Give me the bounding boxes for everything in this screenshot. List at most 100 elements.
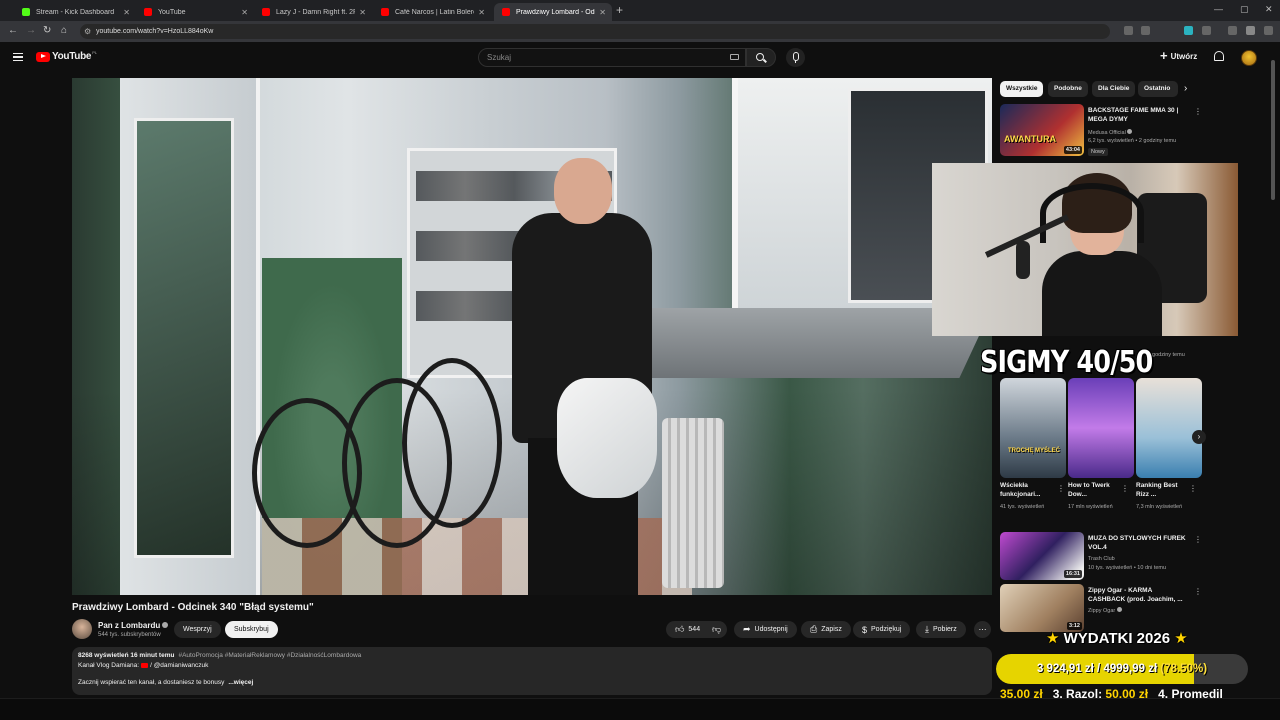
short-title[interactable]: Wściekła funkcjonari...: [1000, 482, 1060, 499]
channel-link[interactable]: / @damianiwanczuk: [150, 662, 208, 669]
new-badge: Nowy: [1088, 148, 1108, 156]
channel-avatar[interactable]: [72, 619, 92, 639]
thumbnail-text: TROCHĘ MYŚLEĆ: [1008, 448, 1061, 454]
browser-tab-active[interactable]: Prawdziwy Lombard - Odcinek ✕: [494, 3, 612, 21]
search-input[interactable]: Szukaj: [478, 48, 746, 67]
more-actions-icon[interactable]: ⋯: [974, 621, 991, 638]
bookmark-star-icon[interactable]: [1141, 26, 1150, 35]
hashtags[interactable]: #AutoPromocja #MateriałReklamowy #Działa…: [178, 652, 361, 659]
browser-tab-kick[interactable]: Stream - Kick Dashboard ✕: [14, 3, 136, 21]
window-close-icon[interactable]: ✕: [1265, 4, 1273, 15]
short-thumbnail[interactable]: [1136, 378, 1202, 478]
more-options-icon[interactable]: ⋮: [1194, 535, 1202, 544]
youtube-logo[interactable]: YouTube PL: [36, 50, 97, 62]
dislike-button[interactable]: 👎︎: [706, 621, 728, 638]
new-tab-icon[interactable]: +: [616, 3, 623, 17]
notifications-bell-icon[interactable]: [1214, 51, 1224, 61]
download-button[interactable]: ⤓ Pobierz: [916, 621, 966, 638]
hamburger-menu-icon[interactable]: [13, 53, 23, 61]
search-button[interactable]: [746, 48, 776, 67]
tab-title: Lazy J - Damn Right ft. 2Pac, Ty: [276, 8, 355, 16]
chevron-right-icon[interactable]: ›: [1192, 430, 1206, 444]
close-icon[interactable]: ✕: [123, 8, 130, 17]
like-button[interactable]: 👍︎ 544: [666, 621, 707, 638]
close-icon[interactable]: ✕: [359, 8, 366, 17]
join-button[interactable]: Wesprzyj: [174, 621, 221, 638]
video-duration: 43:04: [1063, 146, 1082, 154]
short-views: 41 tys. wyświetleń: [1000, 504, 1045, 510]
more-options-icon[interactable]: ⋮: [1189, 484, 1197, 493]
url-field[interactable]: ⚙ youtube.com/watch?v=HzoLL884oKw: [80, 24, 1110, 39]
reload-icon[interactable]: ↻: [43, 25, 51, 36]
show-more-link[interactable]: ...więcej: [228, 679, 253, 686]
description-line: Kanał Vlog Damiana: / @damianiwanczuk: [78, 662, 209, 669]
maximize-icon[interactable]: ▢: [1240, 4, 1249, 15]
short-thumbnail[interactable]: [1068, 378, 1134, 478]
recommendation-thumbnail[interactable]: AWANTURA 43:04: [1000, 104, 1084, 156]
video-scene-bag: [557, 378, 657, 498]
recommendation-thumbnail[interactable]: 3:12: [1000, 584, 1084, 632]
video-scene-door: [120, 78, 260, 595]
channel-name[interactable]: Pan z Lombardu: [98, 621, 169, 630]
recommendation-thumbnail[interactable]: 16:31: [1000, 532, 1084, 580]
browser-tab-cafe-narcos[interactable]: Café Narcos | Latin Bolero & Gr ✕: [373, 3, 491, 21]
minimize-icon[interactable]: —: [1214, 4, 1223, 14]
voice-search-icon[interactable]: [786, 48, 805, 67]
close-icon[interactable]: ✕: [478, 8, 485, 17]
youtube-icon: [262, 8, 270, 16]
tab-title: Stream - Kick Dashboard: [36, 8, 115, 16]
share-icon: ➦: [743, 624, 751, 634]
bookmark-icon: ⎙: [810, 624, 818, 634]
account-avatar[interactable]: [1241, 50, 1257, 66]
description-stats-line: 8268 wyświetleń 16 minut temu #AutoPromoc…: [78, 652, 986, 659]
more-options-icon[interactable]: ⋮: [1194, 107, 1202, 116]
home-icon[interactable]: ⌂: [61, 25, 67, 36]
browser-tab-lazy-j[interactable]: Lazy J - Damn Right ft. 2Pac, Ty ✕: [254, 3, 372, 21]
chip-for-you[interactable]: Dla Ciebie: [1092, 81, 1136, 97]
recommendation-title[interactable]: Zippy Ogar - KARMA CASHBACK (prod. Joach…: [1088, 587, 1188, 604]
forward-icon[interactable]: →: [26, 25, 36, 36]
expenses-overlay-title: ★ WYDATKI 2026 ★: [1046, 630, 1188, 647]
short-thumbnail[interactable]: TROCHĘ MYŚLEĆ: [1000, 378, 1066, 478]
chevron-right-icon[interactable]: ›: [1184, 83, 1187, 94]
expenses-progress-bar: 3 924,91 zł / 4999,99 zł (78.50%): [996, 654, 1248, 684]
thanks-button[interactable]: $ Podziękuj: [853, 621, 911, 638]
short-title[interactable]: How to Twerk Dow...: [1068, 482, 1124, 499]
subscribe-button[interactable]: Subskrybuj: [225, 621, 278, 638]
keyboard-icon[interactable]: [730, 54, 739, 60]
thumbs-down-icon: 👎︎: [712, 624, 722, 634]
chip-related[interactable]: Podobne: [1048, 81, 1088, 97]
short-title[interactable]: Ranking Best Rizz ...: [1136, 482, 1190, 499]
extension-icon[interactable]: [1184, 26, 1193, 35]
close-icon[interactable]: ✕: [599, 8, 606, 17]
more-options-icon[interactable]: ⋮: [1121, 484, 1129, 493]
browser-tab-youtube[interactable]: YouTube ✕: [136, 3, 254, 21]
back-icon[interactable]: ←: [8, 25, 18, 36]
person-head: [554, 158, 612, 224]
subscriber-count: 544 tys. subskrybentów: [98, 632, 161, 638]
recommendation-title[interactable]: MUZA DO STYLOWYCH FUREK VOL.4: [1088, 535, 1188, 552]
page-scrollbar[interactable]: [1271, 60, 1275, 200]
site-settings-icon[interactable]: ⚙: [84, 24, 91, 39]
media-icon[interactable]: [1228, 26, 1237, 35]
recommendation-title[interactable]: BACKSTAGE FAME MMA 30 | MEGA DYMY: [1088, 107, 1186, 124]
menu-kebab-icon[interactable]: [1264, 26, 1273, 35]
cast-icon[interactable]: [1124, 26, 1133, 35]
save-button[interactable]: ⎙ Zapisz: [801, 621, 851, 638]
recommendation-channel[interactable]: Zippy Ogar: [1088, 607, 1122, 615]
video-player[interactable]: [72, 78, 992, 595]
recommendation-channel[interactable]: Medusa Official: [1088, 129, 1133, 137]
recommendation-channel[interactable]: Trash Club: [1088, 556, 1115, 563]
chip-all[interactable]: Wszystkie: [1000, 81, 1044, 97]
more-options-icon[interactable]: ⋮: [1057, 484, 1065, 493]
video-scene-person: [502, 158, 662, 595]
extensions-puzzle-icon[interactable]: [1202, 26, 1211, 35]
share-button[interactable]: ➦ Udostępnij: [734, 621, 797, 638]
youtube-icon: [381, 8, 389, 16]
create-button[interactable]: + Utwórz: [1160, 49, 1197, 62]
more-options-icon[interactable]: ⋮: [1194, 587, 1202, 596]
profile-icon[interactable]: [1246, 26, 1255, 35]
close-icon[interactable]: ✕: [241, 8, 248, 17]
video-description[interactable]: 8268 wyświetleń 16 minut temu #AutoPromoc…: [72, 647, 992, 695]
chip-recent[interactable]: Ostatnio: [1138, 81, 1178, 97]
